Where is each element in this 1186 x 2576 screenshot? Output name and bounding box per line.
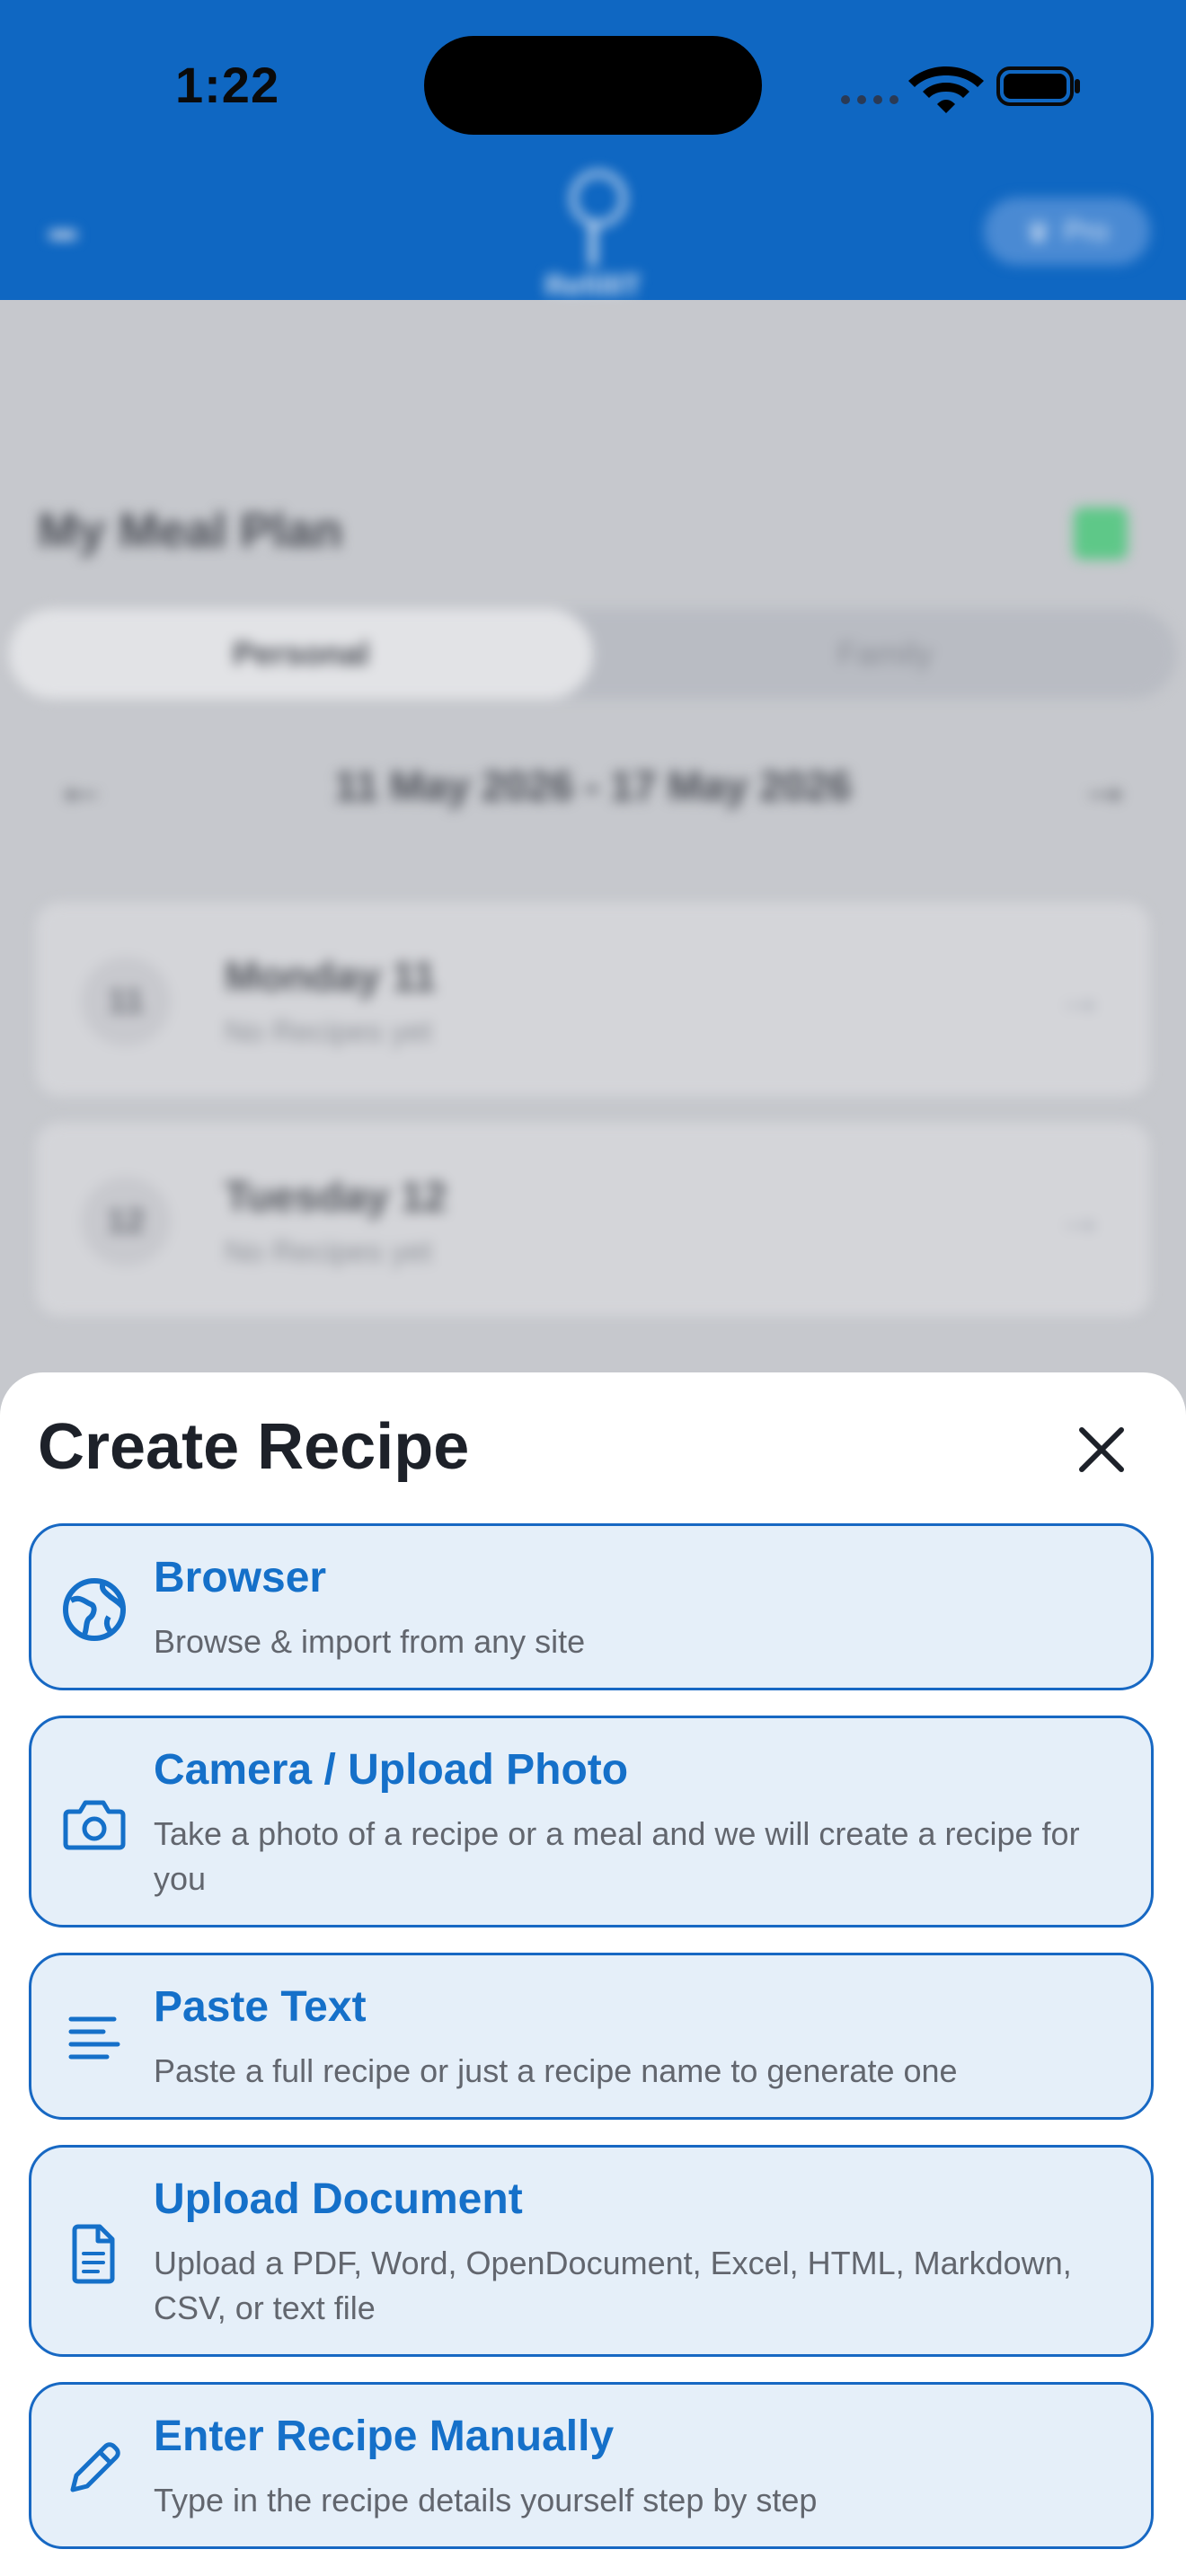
status-icons [841,66,1080,113]
day-number: 11 [81,957,171,1046]
day-subtitle: No Recipes yet [225,1015,432,1049]
basket-icon [1074,507,1128,560]
day-title: Tuesday 12 [225,1173,447,1220]
app-header: ▬ RefillIT ♛ Pro [0,135,1186,302]
browser-option[interactable]: Browser Browse & import from any site [29,1523,1154,1690]
option-description: Take a photo of a recipe or a meal and w… [154,1815,1080,1897]
pro-button: ♛ Pro [984,198,1150,265]
option-description: Type in the recipe details yourself step… [154,2482,818,2519]
segment-control: Personal Family [9,609,1177,699]
create-recipe-sheet: Create Recipe Browser Browse & import fr… [0,1372,1186,2576]
wifi-icon [908,66,984,113]
signal-dots-icon [841,95,898,104]
status-time: 1:22 [175,57,280,113]
close-icon[interactable] [1069,1417,1134,1482]
week-range: 11 May 2026 - 17 May 2026 [334,763,852,809]
day-subtitle: No Recipes yet [225,1235,432,1269]
camera-icon [63,1800,126,1850]
option-description: Browse & import from any site [154,1623,586,1660]
menu-icon: ▬ [49,216,76,245]
chevron-right-icon: → [1055,968,1105,1025]
day-title: Monday 11 [225,953,437,1000]
globe-icon [63,1578,126,1641]
page-title: My Meal Plan [38,504,343,558]
day-number: 12 [81,1177,171,1266]
day-card: 12 Tuesday 12 No Recipes yet → [36,1123,1150,1316]
option-title: Camera / Upload Photo [154,1746,629,1794]
camera-option[interactable]: Camera / Upload Photo Take a photo of a … [29,1716,1154,1928]
status-bar: ▬ RefillIT ♛ Pro 1:22 [0,0,1186,302]
enter-manually-option[interactable]: Enter Recipe Manually Type in the recipe… [29,2382,1154,2549]
arrow-right-icon: → [1078,755,1132,816]
pencil-icon [70,2442,120,2492]
chevron-right-icon: → [1055,1188,1105,1245]
upload-document-option[interactable]: Upload Document Upload a PDF, Word, Open… [29,2145,1154,2357]
tab-personal: Personal [9,609,593,699]
app-logo: RefillIT [530,171,656,305]
week-navigator: ← 11 May 2026 - 17 May 2026 → [0,745,1186,826]
option-description: Upload a PDF, Word, OpenDocument, Excel,… [154,2245,1072,2326]
option-title: Upload Document [154,2175,523,2223]
sheet-title: Create Recipe [38,1411,470,1483]
option-title: Enter Recipe Manually [154,2413,615,2460]
option-description: Paste a full recipe or just a recipe nam… [154,2052,958,2089]
document-icon [72,2224,115,2284]
tab-family: Family [837,635,933,672]
text-lines-icon [68,2016,120,2060]
option-title: Browser [154,1554,327,1601]
dynamic-island [424,36,762,135]
option-title: Paste Text [154,1983,367,2031]
crown-icon: ♛ [1025,215,1051,248]
battery-icon [996,66,1080,106]
paste-text-option[interactable]: Paste Text Paste a full recipe or just a… [29,1953,1154,2120]
day-card: 11 Monday 11 No Recipes yet → [36,903,1150,1096]
